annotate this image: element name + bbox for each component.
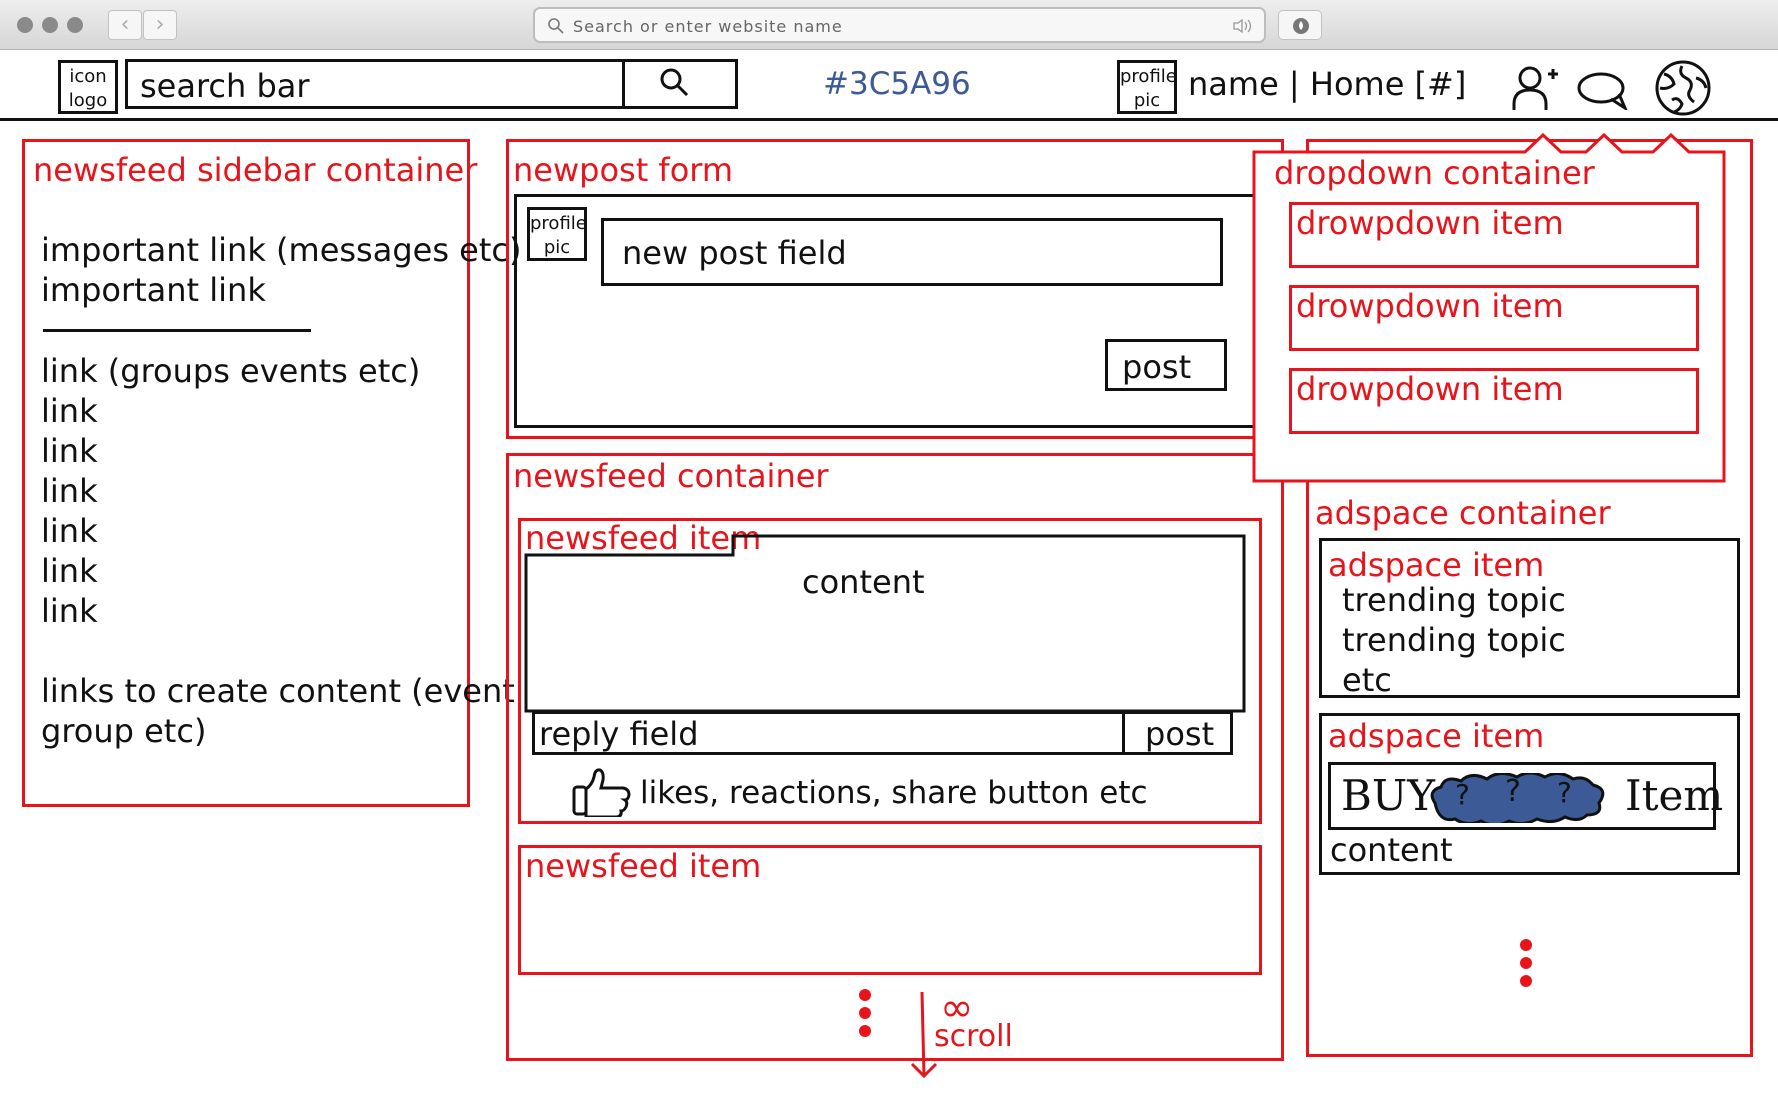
sidebar-link[interactable]: link (41, 475, 98, 507)
minimize-window-dot[interactable] (42, 17, 58, 33)
adspace-item-title: adspace item (1328, 717, 1545, 755)
notifications-globe-icon[interactable] (1652, 60, 1714, 116)
forward-button[interactable]: › (143, 10, 177, 40)
newsfeed-sidebar-container: newsfeed sidebar container important lin… (22, 139, 521, 807)
search-bar[interactable]: search bar (125, 59, 738, 109)
newpost-profile-pic: profile pic (527, 207, 587, 261)
mystery-mark: ? (1557, 776, 1572, 809)
sidebar-title: newsfeed sidebar container (33, 151, 478, 189)
new-post-field-label: new post field (622, 234, 847, 272)
messages-icon[interactable] (1575, 68, 1631, 110)
address-bar[interactable]: Search or enter website name (533, 7, 1266, 43)
maximize-window-dot[interactable] (67, 17, 83, 33)
post-button[interactable]: post (1105, 339, 1227, 391)
adspace-item: adspace item BUY ? ? ? Item content (1319, 713, 1740, 875)
sidebar-divider (43, 329, 311, 332)
dropdown-item[interactable]: drowpdown item (1289, 202, 1699, 268)
logo-line2: logo (68, 90, 108, 111)
search-icon[interactable] (659, 67, 691, 99)
close-window-dot[interactable] (17, 17, 33, 33)
dropdown-item[interactable]: drowpdown item (1289, 285, 1699, 351)
browser-toolbar: ‹ › Search or enter website name (0, 0, 1778, 50)
newsfeed-item: newsfeed item content reply field post l… (518, 518, 1262, 824)
newsfeed-item-content: content (802, 563, 925, 601)
search-icon (548, 18, 564, 34)
friend-requests-icon[interactable] (1510, 62, 1560, 114)
trending-more: etc (1342, 661, 1392, 699)
sound-icon[interactable] (1232, 18, 1254, 34)
sidebar-link[interactable]: link (41, 595, 98, 627)
sidebar-link[interactable]: link (41, 515, 98, 547)
newpost-title: newpost form (513, 151, 734, 189)
trending-topic-link[interactable]: trending topic (1342, 584, 1566, 616)
sidebar-link[interactable]: link (41, 395, 98, 427)
profile-line1: profile (530, 213, 587, 234)
content-frame (524, 534, 1246, 713)
search-divider (622, 59, 625, 109)
logo-line1: icon (69, 66, 107, 87)
newsfeed-title: newsfeed container (513, 457, 829, 495)
back-button[interactable]: ‹ (108, 10, 142, 40)
profile-line1: profile (1120, 66, 1177, 87)
trending-topic-link[interactable]: trending topic (1342, 624, 1566, 656)
mystery-mark: ? (1455, 778, 1470, 811)
adspace-item: adspace item trending topic trending top… (1319, 538, 1740, 698)
brand-color-code: #3C5A96 (823, 66, 971, 102)
mystery-mark: ? (1505, 774, 1521, 809)
important-link[interactable]: important link (41, 274, 266, 306)
sidebar-link[interactable]: link (41, 555, 98, 587)
reply-field-label: reply field (539, 715, 699, 753)
adspace-title: adspace container (1315, 494, 1611, 532)
adspace-item-title: adspace item (1328, 546, 1545, 584)
reply-post-button[interactable]: post (1145, 718, 1214, 750)
post-button-label: post (1122, 348, 1192, 386)
newsfeed-item-title: newsfeed item (525, 847, 762, 885)
extension-button[interactable] (1278, 10, 1322, 40)
dropdown-item[interactable]: drowpdown item (1289, 368, 1699, 434)
thumbs-up-icon[interactable] (571, 767, 635, 817)
ad-buy-word: BUY (1341, 771, 1435, 820)
header-divider (0, 118, 1778, 121)
newsfeed-container: newsfeed container newsfeed item content… (506, 453, 1284, 1061)
newpost-form: newpost form profile pic new post field … (506, 139, 1284, 439)
important-link-messages[interactable]: important link (messages etc) (41, 234, 521, 266)
sidebar-link[interactable]: link (41, 435, 98, 467)
header-profile-pic[interactable]: profile pic (1117, 60, 1177, 114)
dropdown-item-label: drowpdown item (1296, 287, 1564, 325)
newsfeed-item: newsfeed item (518, 845, 1262, 975)
reply-divider (1122, 711, 1125, 755)
more-dots-icon (859, 989, 871, 1037)
logo-icon[interactable]: icon logo (58, 60, 118, 114)
reply-field[interactable]: reply field post (532, 711, 1233, 755)
more-dots-icon (1520, 939, 1532, 987)
ad-item-word: Item (1625, 771, 1724, 820)
dropdown-item-label: drowpdown item (1296, 370, 1564, 408)
sidebar-link-groups[interactable]: link (groups events etc) (41, 355, 420, 387)
new-post-field[interactable]: new post field (601, 218, 1223, 286)
dropdown-item-label: drowpdown item (1296, 204, 1564, 242)
user-home-nav[interactable]: name | Home [#] (1188, 68, 1466, 100)
reactions-bar[interactable]: likes, reactions, share button etc (640, 778, 1148, 809)
ad-content: content (1330, 831, 1453, 869)
create-content-link-cont[interactable]: group etc) (41, 715, 206, 747)
scroll-label: scroll (934, 1019, 1013, 1054)
profile-line2: pic (543, 237, 571, 258)
newpost-inner: profile pic new post field post (514, 194, 1284, 428)
ad-banner[interactable]: BUY ? ? ? Item (1328, 762, 1723, 830)
create-content-link[interactable]: links to create content (event (41, 675, 515, 707)
address-placeholder: Search or enter website name (573, 17, 843, 36)
dropdown-title: dropdown container (1274, 154, 1595, 192)
drop-icon (1293, 18, 1309, 34)
profile-line2: pic (1133, 90, 1161, 111)
search-input[interactable]: search bar (140, 70, 310, 102)
